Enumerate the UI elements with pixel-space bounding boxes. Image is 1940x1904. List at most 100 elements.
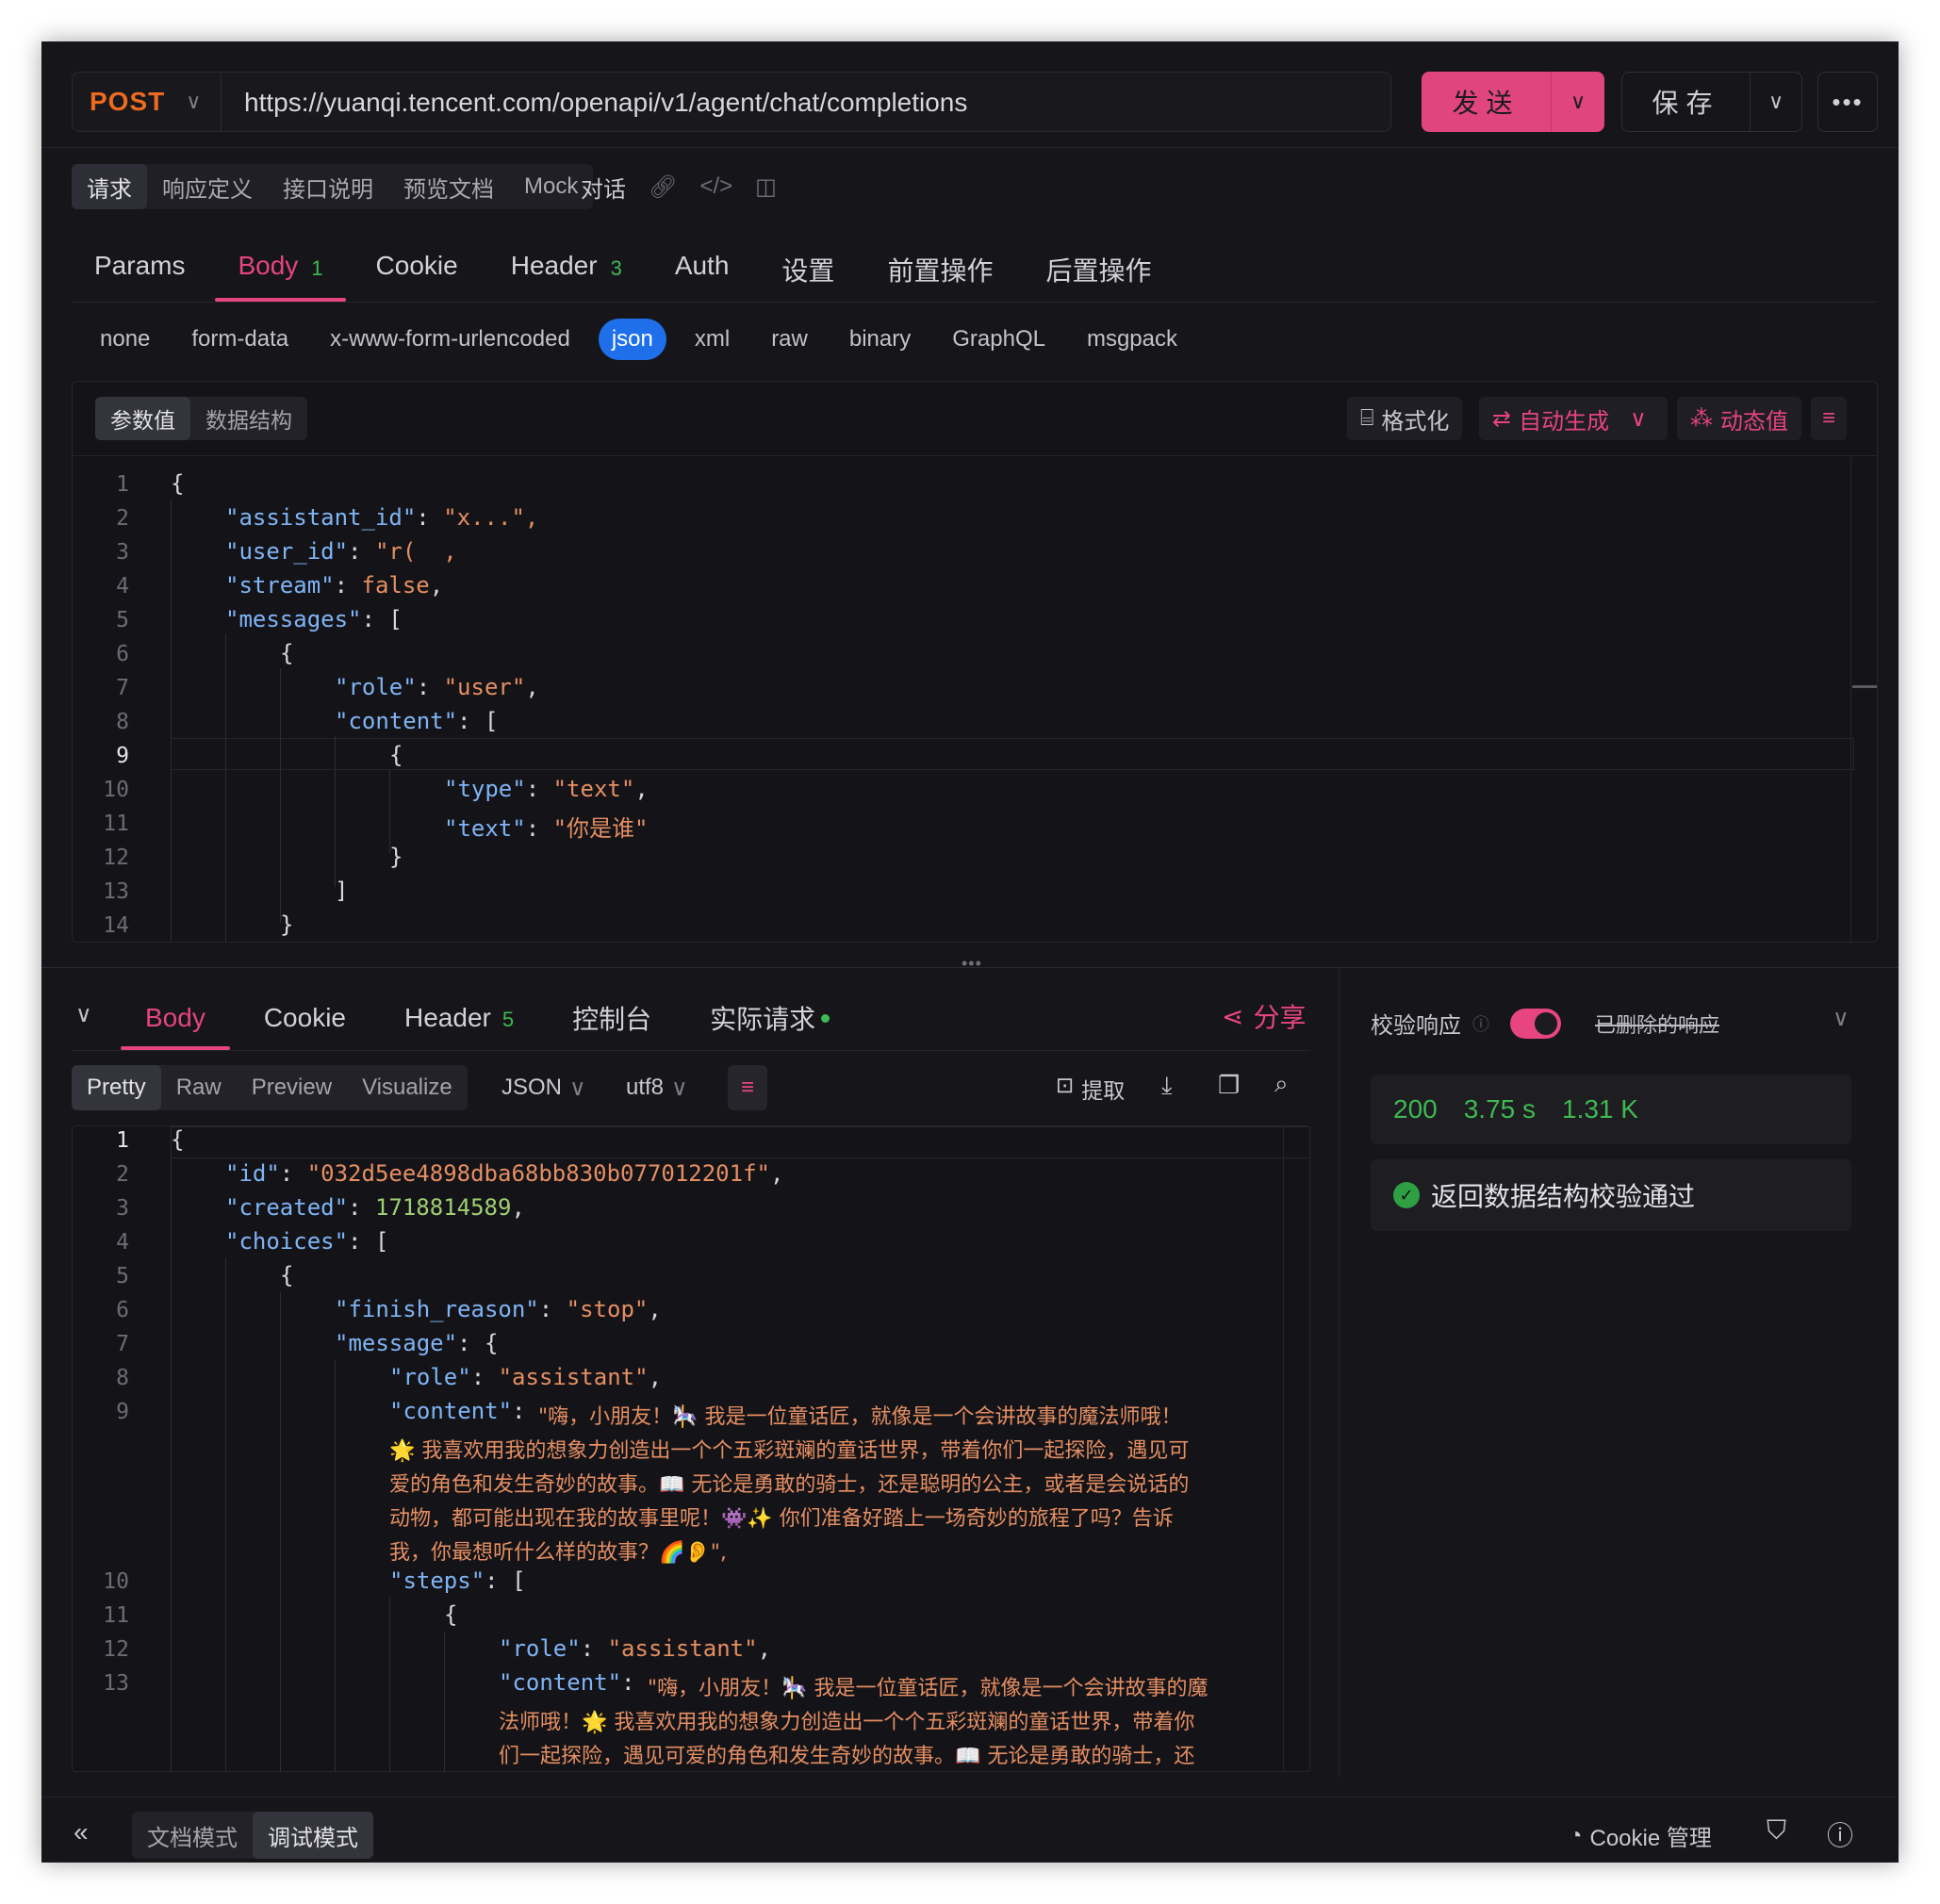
doc-tab-preview[interactable]: 预览文档 bbox=[388, 164, 509, 209]
line-number: 3 bbox=[116, 540, 129, 565]
scrollbar-track[interactable] bbox=[1850, 457, 1851, 942]
body-type-none[interactable]: none bbox=[79, 319, 171, 360]
format-select[interactable]: JSON ∨ bbox=[501, 1075, 586, 1102]
collapse-sidebar-icon[interactable]: « bbox=[74, 1817, 89, 1847]
line-number: 7 bbox=[116, 1332, 129, 1356]
help-icon[interactable]: ⓘ bbox=[1472, 1011, 1489, 1036]
doc-tab-request[interactable]: 请求 bbox=[72, 164, 147, 209]
more-options-icon[interactable]: ••• bbox=[1817, 72, 1878, 132]
view-raw[interactable]: Raw bbox=[161, 1065, 237, 1110]
tab-cookie[interactable]: Cookie bbox=[353, 239, 481, 302]
resp-tab-cookie[interactable]: Cookie bbox=[239, 986, 370, 1050]
doc-tab-api-desc[interactable]: 接口说明 bbox=[268, 164, 388, 209]
dialog-tab[interactable]: 对话 bbox=[581, 171, 626, 204]
deleted-response-label[interactable]: 已删除的响应 bbox=[1595, 1009, 1719, 1039]
copy-icon[interactable]: ❐ bbox=[1218, 1071, 1240, 1100]
wrap-lines-icon[interactable]: ≡ bbox=[728, 1065, 768, 1110]
link-icon[interactable]: 🔗︎ bbox=[649, 173, 677, 201]
code-line: "user_id": "r( , bbox=[225, 538, 457, 565]
wrap-lines-icon[interactable]: ≡ bbox=[1811, 397, 1848, 440]
tab-settings[interactable]: 设置 bbox=[759, 239, 857, 302]
resp-tab-console[interactable]: 控制台 bbox=[548, 986, 676, 1050]
code-line: "content": bbox=[389, 1398, 539, 1424]
content-text-line: 动物，都可能出现在我的故事里呢！👾✨ 你们准备好踏上一场奇妙的旅程了吗？告诉 bbox=[389, 1507, 1174, 1531]
extract-button[interactable]: ⊡ 提取 bbox=[1056, 1073, 1125, 1105]
content-text-line: "嗨，小朋友！🎠 我是一位童话匠，就像是一个会讲故事的魔法师哦！ bbox=[538, 1405, 1182, 1429]
tab-params[interactable]: Params bbox=[72, 239, 207, 302]
line-number: 10 bbox=[103, 1569, 129, 1594]
tab-label: 实际请求 bbox=[710, 1005, 816, 1034]
body-type-raw[interactable]: raw bbox=[750, 319, 829, 360]
view-pretty[interactable]: Pretty bbox=[72, 1065, 161, 1110]
doc-tab-response-def[interactable]: 响应定义 bbox=[147, 164, 268, 209]
line-number: 8 bbox=[116, 1366, 129, 1390]
validate-toggle[interactable] bbox=[1510, 1008, 1561, 1039]
line-number: 14 bbox=[103, 913, 129, 938]
content-text-line: 我，你最想听什么样的故事？🌈👂", bbox=[389, 1541, 727, 1565]
method-select[interactable]: POST ∨ bbox=[73, 73, 222, 131]
mode-debug[interactable]: 调试模式 bbox=[253, 1812, 373, 1859]
share-icon: ⋖ bbox=[1222, 1001, 1244, 1031]
scrollbar-thumb[interactable] bbox=[1852, 685, 1877, 688]
format-button[interactable]: ⌸ 格式化 bbox=[1347, 397, 1463, 440]
body-type-urlencoded[interactable]: x-www-form-urlencoded bbox=[309, 319, 591, 360]
body-type-xml[interactable]: xml bbox=[674, 319, 750, 360]
tab-auth[interactable]: Auth bbox=[652, 239, 752, 302]
seg-values[interactable]: 参数值 bbox=[95, 397, 190, 440]
divider bbox=[73, 455, 1877, 456]
body-type-binary[interactable]: binary bbox=[829, 319, 931, 360]
extract-label: 提取 bbox=[1081, 1078, 1126, 1103]
chevron-down-icon[interactable]: ∨ bbox=[1630, 405, 1647, 433]
tab-post-ops[interactable]: 后置操作 bbox=[1023, 239, 1174, 302]
body-type-json[interactable]: json bbox=[598, 319, 666, 360]
send-options-chevron-icon[interactable]: ∨ bbox=[1552, 72, 1604, 132]
content-text-line: 爱的角色和发生奇妙的故事。📖 无论是勇敢的骑士，还是聪明的公主，或者是会说话的 bbox=[389, 1473, 1190, 1497]
encoding-select[interactable]: utf8 ∨ bbox=[626, 1075, 688, 1102]
scrollbar-track[interactable] bbox=[1283, 1126, 1284, 1771]
help-icon[interactable]: ⓘ bbox=[1827, 1815, 1853, 1853]
save-options-chevron-icon[interactable]: ∨ bbox=[1751, 73, 1801, 131]
download-icon[interactable]: ⤓ bbox=[1161, 1071, 1173, 1101]
body-type-msgpack[interactable]: msgpack bbox=[1066, 319, 1198, 360]
save-button[interactable]: 保存 bbox=[1622, 73, 1751, 131]
drag-handle-icon[interactable]: ••• bbox=[962, 954, 982, 974]
validation-result-text: 返回数据结构校验通过 bbox=[1431, 1182, 1696, 1211]
view-visualize[interactable]: Visualize bbox=[347, 1065, 468, 1110]
dynamic-value-button[interactable]: ⁂ 动态值 bbox=[1677, 397, 1801, 440]
send-button[interactable]: 发送 bbox=[1422, 72, 1552, 132]
seg-schema[interactable]: 数据结构 bbox=[190, 397, 307, 440]
validate-response-row: 校验响应 ⓘ 已删除的响应 bbox=[1371, 1007, 1719, 1040]
mode-doc[interactable]: 文档模式 bbox=[132, 1812, 253, 1859]
body-type-graphql[interactable]: GraphQL bbox=[931, 319, 1066, 360]
search-icon[interactable]: ⌕ bbox=[1274, 1069, 1289, 1099]
view-preview[interactable]: Preview bbox=[237, 1065, 347, 1110]
line-number: 9 bbox=[116, 744, 129, 768]
shirt-icon[interactable]: ⛉ bbox=[1767, 1815, 1786, 1847]
code-icon[interactable]: </> bbox=[699, 173, 732, 200]
collapse-chevron-icon[interactable]: ∨ bbox=[75, 1001, 92, 1028]
status-dot bbox=[821, 1013, 830, 1023]
tab-header[interactable]: Header 3 bbox=[488, 239, 645, 302]
indent-guide bbox=[280, 668, 281, 923]
content-text-line: 们一起探险，遇见可爱的角色和发生奇妙的故事。📖 无论是勇敢的骑士，还 bbox=[499, 1745, 1195, 1768]
tab-pre-ops[interactable]: 前置操作 bbox=[864, 239, 1015, 302]
resp-tab-body[interactable]: Body bbox=[121, 986, 230, 1050]
tab-body[interactable]: Body 1 bbox=[215, 239, 346, 302]
indent-guide bbox=[444, 1632, 445, 1771]
chevron-down-icon[interactable]: ∨ bbox=[1833, 1005, 1850, 1032]
cookie-manager-label: Cookie 管理 bbox=[1589, 1826, 1712, 1851]
extract-icon: ⊡ bbox=[1056, 1073, 1075, 1097]
url-input[interactable]: https://yuanqi.tencent.com/openapi/v1/ag… bbox=[244, 88, 967, 118]
autogen-button[interactable]: ⇄ 自动生成 ∨ bbox=[1479, 397, 1668, 440]
check-circle-icon: ✓ bbox=[1393, 1182, 1420, 1208]
panel-icon[interactable]: ◫ bbox=[755, 173, 777, 201]
body-type-form-data[interactable]: form-data bbox=[171, 319, 309, 360]
save-button-group: 保存 ∨ bbox=[1621, 72, 1802, 132]
code-line: "type": "text", bbox=[444, 776, 649, 802]
cookie-manager-button[interactable]: ◔ Cookie 管理 bbox=[1569, 1819, 1712, 1852]
resp-tab-header[interactable]: Header 5 bbox=[380, 986, 538, 1050]
resp-tab-actual-request[interactable]: 实际请求 bbox=[685, 986, 854, 1050]
tab-label: 前置操作 bbox=[887, 256, 994, 286]
share-button[interactable]: ⋖ 分享 bbox=[1222, 997, 1306, 1035]
line-number: 11 bbox=[103, 1603, 129, 1628]
